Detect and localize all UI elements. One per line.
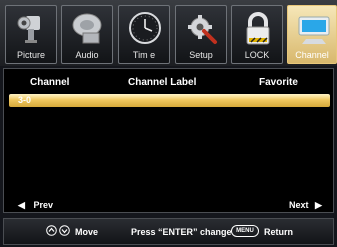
prev-page-button[interactable]: ◀ Prev [18, 200, 53, 211]
menu-key-icon: MENU [231, 225, 259, 237]
column-header-channel-label: Channel Label [128, 77, 197, 88]
tab-lock-label: LOCK [244, 50, 270, 60]
return-hint: Return [264, 227, 293, 237]
channel-list-panel: Channel Channel Label Favorite 3-0 ◀ Pre… [3, 68, 334, 213]
column-header-channel: Channel [30, 77, 70, 88]
tab-time[interactable]: Tim e [118, 5, 170, 64]
help-bar: Move Press “ENTER” change MENU Return [3, 218, 334, 245]
wrench-gear-icon [188, 15, 217, 44]
lock-icon [246, 12, 270, 45]
down-arrow-key-icon [59, 225, 70, 236]
up-arrow-key-icon [46, 225, 57, 236]
prev-label: Prev [33, 200, 53, 210]
next-page-button[interactable]: Next ▶ [289, 200, 322, 211]
next-label: Next [289, 200, 309, 210]
column-header-favorite: Favorite [259, 77, 298, 88]
table-row[interactable]: 3-0 [9, 94, 330, 107]
tab-channel[interactable]: Channel [287, 5, 337, 64]
arrow-right-icon: ▶ [315, 200, 322, 210]
enter-change-hint: Press “ENTER” change [131, 227, 232, 237]
monitor-icon [298, 16, 330, 44]
tab-picture[interactable]: Picture [5, 5, 57, 64]
channel-number: 3-0 [18, 95, 32, 105]
tab-lock[interactable]: LOCK [231, 5, 283, 64]
tab-audio[interactable]: Audio [61, 5, 113, 64]
tab-picture-label: Picture [16, 50, 45, 60]
arrow-left-icon: ◀ [18, 200, 25, 210]
tab-channel-label: Channel [295, 50, 329, 60]
tab-audio-label: Audio [75, 50, 99, 60]
tab-setup-label: Setup [189, 50, 213, 60]
tab-setup[interactable]: Setup [175, 5, 227, 64]
tab-time-label: Tim e [132, 50, 156, 60]
speaker-icon [72, 13, 102, 44]
camera-icon [17, 16, 40, 43]
move-hint: Move [75, 227, 99, 237]
clock-icon [129, 12, 161, 44]
menu-tab-bar: Picture Audio Tim e Setup LOCK Channel [0, 0, 337, 66]
